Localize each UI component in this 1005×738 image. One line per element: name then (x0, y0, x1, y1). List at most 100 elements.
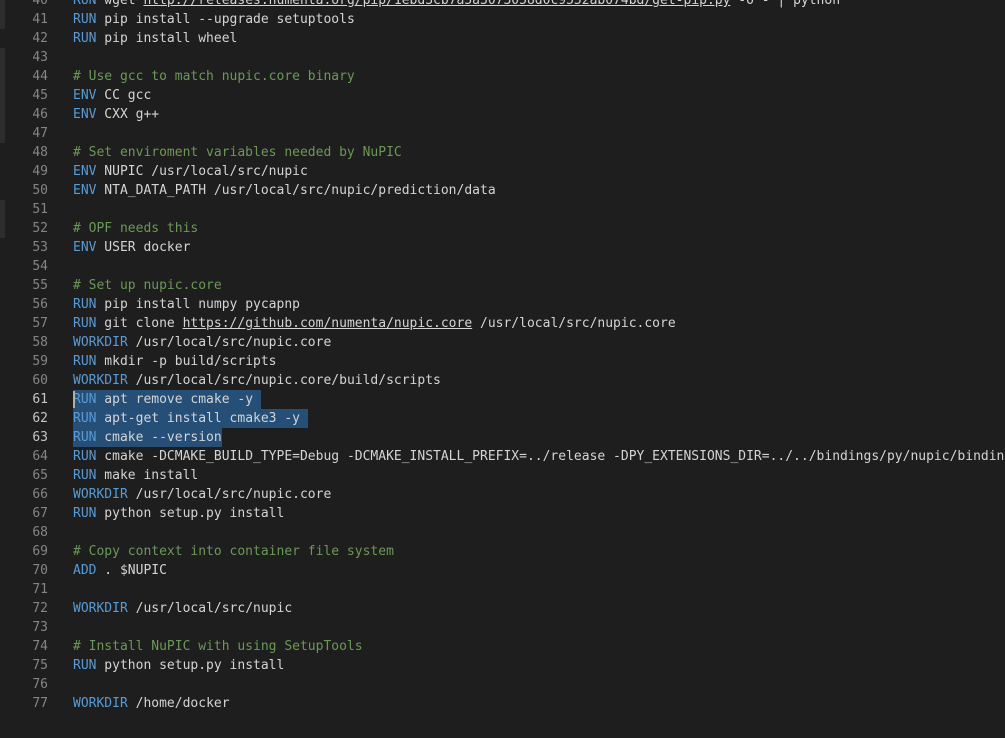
code-line[interactable]: 49 ENV NUPIC /usr/local/src/nupic (0, 162, 1005, 181)
code-line[interactable]: 46 ENV CXX g++ (0, 105, 1005, 124)
code-line[interactable]: 66 WORKDIR /usr/local/src/nupic.core (0, 485, 1005, 504)
code-editor[interactable]: 40 RUN wget http://releases.numenta.org/p… (0, 0, 1005, 738)
code-line[interactable]: 45 ENV CC gcc (0, 86, 1005, 105)
code-text[interactable]: RUN pip install numpy pycapnp (73, 295, 300, 314)
code-text[interactable]: RUN wget http://releases.numenta.org/pip… (73, 0, 840, 10)
code-link[interactable]: http://releases.numenta.org/pip/1ebd3cb7… (143, 0, 730, 8)
code-text[interactable]: WORKDIR /home/docker (73, 694, 230, 713)
code-line[interactable]: 60 WORKDIR /usr/local/src/nupic.core/buil… (0, 371, 1005, 390)
code-line[interactable]: 41 RUN pip install --upgrade setuptools (0, 10, 1005, 29)
code-line[interactable]: 43 (0, 48, 1005, 67)
code-line[interactable]: 52 # OPF needs this (0, 219, 1005, 238)
code-token: cmake --version (96, 430, 222, 445)
code-text[interactable]: RUN apt remove cmake -y (73, 390, 253, 409)
code-text[interactable]: ENV USER docker (73, 238, 190, 257)
code-text[interactable]: # Set up nupic.core (73, 276, 222, 295)
code-text[interactable]: RUN make install (73, 466, 198, 485)
code-line[interactable]: 74 # Install NuPIC with using SetupTools (0, 637, 1005, 656)
code-text[interactable]: RUN git clone https://github.com/numenta… (73, 314, 676, 333)
code-line[interactable]: 42 RUN pip install wheel (0, 29, 1005, 48)
code-text[interactable]: WORKDIR /usr/local/src/nupic.core (73, 333, 331, 352)
code-line[interactable]: 75 RUN python setup.py install (0, 656, 1005, 675)
code-text[interactable]: ENV NTA_DATA_PATH /usr/local/src/nupic/p… (73, 181, 496, 200)
code-text[interactable]: RUN cmake --version (73, 428, 222, 447)
code-line[interactable]: 47 (0, 124, 1005, 143)
code-line[interactable]: 71 (0, 580, 1005, 599)
code-line[interactable]: 61 RUN apt remove cmake -y (0, 390, 1005, 409)
code-line[interactable]: 65 RUN make install (0, 466, 1005, 485)
code-line[interactable]: 67 RUN python setup.py install (0, 504, 1005, 523)
line-number: 51 (32, 202, 48, 217)
code-line[interactable]: 64 RUN cmake -DCMAKE_BUILD_TYPE=Debug -DC… (0, 447, 1005, 466)
line-number: 70 (32, 563, 48, 578)
code-keyword: RUN (73, 468, 97, 483)
code-text[interactable]: # Copy context into container file syste… (73, 542, 394, 561)
code-line[interactable]: 58 WORKDIR /usr/local/src/nupic.core (0, 333, 1005, 352)
code-line[interactable]: 54 (0, 257, 1005, 276)
code-text[interactable]: ENV NUPIC /usr/local/src/nupic (73, 162, 308, 181)
code-keyword: WORKDIR (73, 487, 128, 502)
code-text[interactable]: # Set enviroment variables needed by NuP… (73, 143, 402, 162)
code-line[interactable]: 40 RUN wget http://releases.numenta.org/p… (0, 0, 1005, 10)
code-text[interactable]: # Install NuPIC with using SetupTools (73, 637, 363, 656)
code-line[interactable]: 76 (0, 675, 1005, 694)
code-text[interactable]: ADD . $NUPIC (73, 561, 167, 580)
code-text[interactable]: RUN mkdir -p build/scripts (73, 352, 277, 371)
code-text[interactable]: ENV CXX g++ (73, 105, 159, 124)
line-number: 50 (32, 183, 48, 198)
code-line[interactable]: 59 RUN mkdir -p build/scripts (0, 352, 1005, 371)
line-number: 76 (32, 677, 48, 692)
code-text[interactable]: RUN python setup.py install (73, 656, 284, 675)
code-link[interactable]: https://github.com/numenta/nupic.core (183, 316, 473, 331)
code-keyword: RUN (73, 449, 97, 464)
code-line[interactable]: 55 # Set up nupic.core (0, 276, 1005, 295)
code-line[interactable]: 48 # Set enviroment variables needed by N… (0, 143, 1005, 162)
code-line[interactable]: 50 ENV NTA_DATA_PATH /usr/local/src/nupic… (0, 181, 1005, 200)
code-comment: # Copy context into container file syste… (73, 544, 394, 559)
code-line[interactable]: 69 # Copy context into container file sys… (0, 542, 1005, 561)
code-token: /usr/local/src/nupic (127, 601, 293, 616)
code-line[interactable]: 57 RUN git clone https://github.com/numen… (0, 314, 1005, 333)
code-text[interactable]: RUN pip install wheel (73, 29, 237, 48)
code-token: /usr/local/src/nupic.core (127, 335, 332, 350)
code-keyword: RUN (73, 31, 97, 46)
code-token: pip install wheel (96, 31, 238, 46)
code-line[interactable]: 56 RUN pip install numpy pycapnp (0, 295, 1005, 314)
code-line[interactable]: 44 # Use gcc to match nupic.core binary (0, 67, 1005, 86)
code-line[interactable]: 53 ENV USER docker (0, 238, 1005, 257)
code-line[interactable]: 70 ADD . $NUPIC (0, 561, 1005, 580)
line-number: 64 (32, 449, 48, 464)
code-line[interactable]: 63 RUN cmake --version (0, 428, 1005, 447)
code-comment: # Use gcc to match nupic.core binary (73, 69, 355, 84)
code-comment: # OPF needs this (73, 221, 199, 236)
code-keyword: RUN (73, 411, 97, 426)
code-text[interactable]: RUN python setup.py install (73, 504, 284, 523)
code-line[interactable]: 51 (0, 200, 1005, 219)
code-line[interactable]: 68 (0, 523, 1005, 542)
line-number: 77 (32, 696, 48, 711)
code-lines[interactable]: 40 RUN wget http://releases.numenta.org/p… (0, 0, 1005, 713)
code-keyword: ENV (73, 107, 97, 122)
code-text[interactable]: WORKDIR /usr/local/src/nupic.core/build/… (73, 371, 441, 390)
code-line[interactable]: 72 WORKDIR /usr/local/src/nupic (0, 599, 1005, 618)
line-number: 75 (32, 658, 48, 673)
code-keyword: RUN (73, 354, 97, 369)
code-line[interactable]: 73 (0, 618, 1005, 637)
code-text[interactable]: RUN cmake -DCMAKE_BUILD_TYPE=Debug -DCMA… (73, 447, 1005, 466)
code-line[interactable]: 77 WORKDIR /home/docker (0, 694, 1005, 713)
line-number: 40 (32, 0, 48, 8)
code-token: /usr/local/src/nupic.core (472, 316, 676, 331)
code-line[interactable]: 62 RUN apt-get install cmake3 -y (0, 409, 1005, 428)
code-text[interactable]: # Use gcc to match nupic.core binary (73, 67, 355, 86)
code-token: /usr/local/src/nupic.core (127, 487, 332, 502)
code-text[interactable]: RUN apt-get install cmake3 -y (73, 409, 300, 428)
code-keyword: ENV (73, 183, 97, 198)
code-text[interactable]: ENV CC gcc (73, 86, 151, 105)
code-text[interactable]: WORKDIR /usr/local/src/nupic (73, 599, 292, 618)
code-keyword: RUN (73, 392, 97, 407)
code-text[interactable]: WORKDIR /usr/local/src/nupic.core (73, 485, 331, 504)
code-text[interactable]: # OPF needs this (73, 219, 198, 238)
code-text[interactable]: RUN pip install --upgrade setuptools (73, 10, 355, 29)
line-number: 61 (32, 392, 48, 407)
code-token: cmake -DCMAKE_BUILD_TYPE=Debug -DCMAKE_I… (96, 449, 1005, 464)
